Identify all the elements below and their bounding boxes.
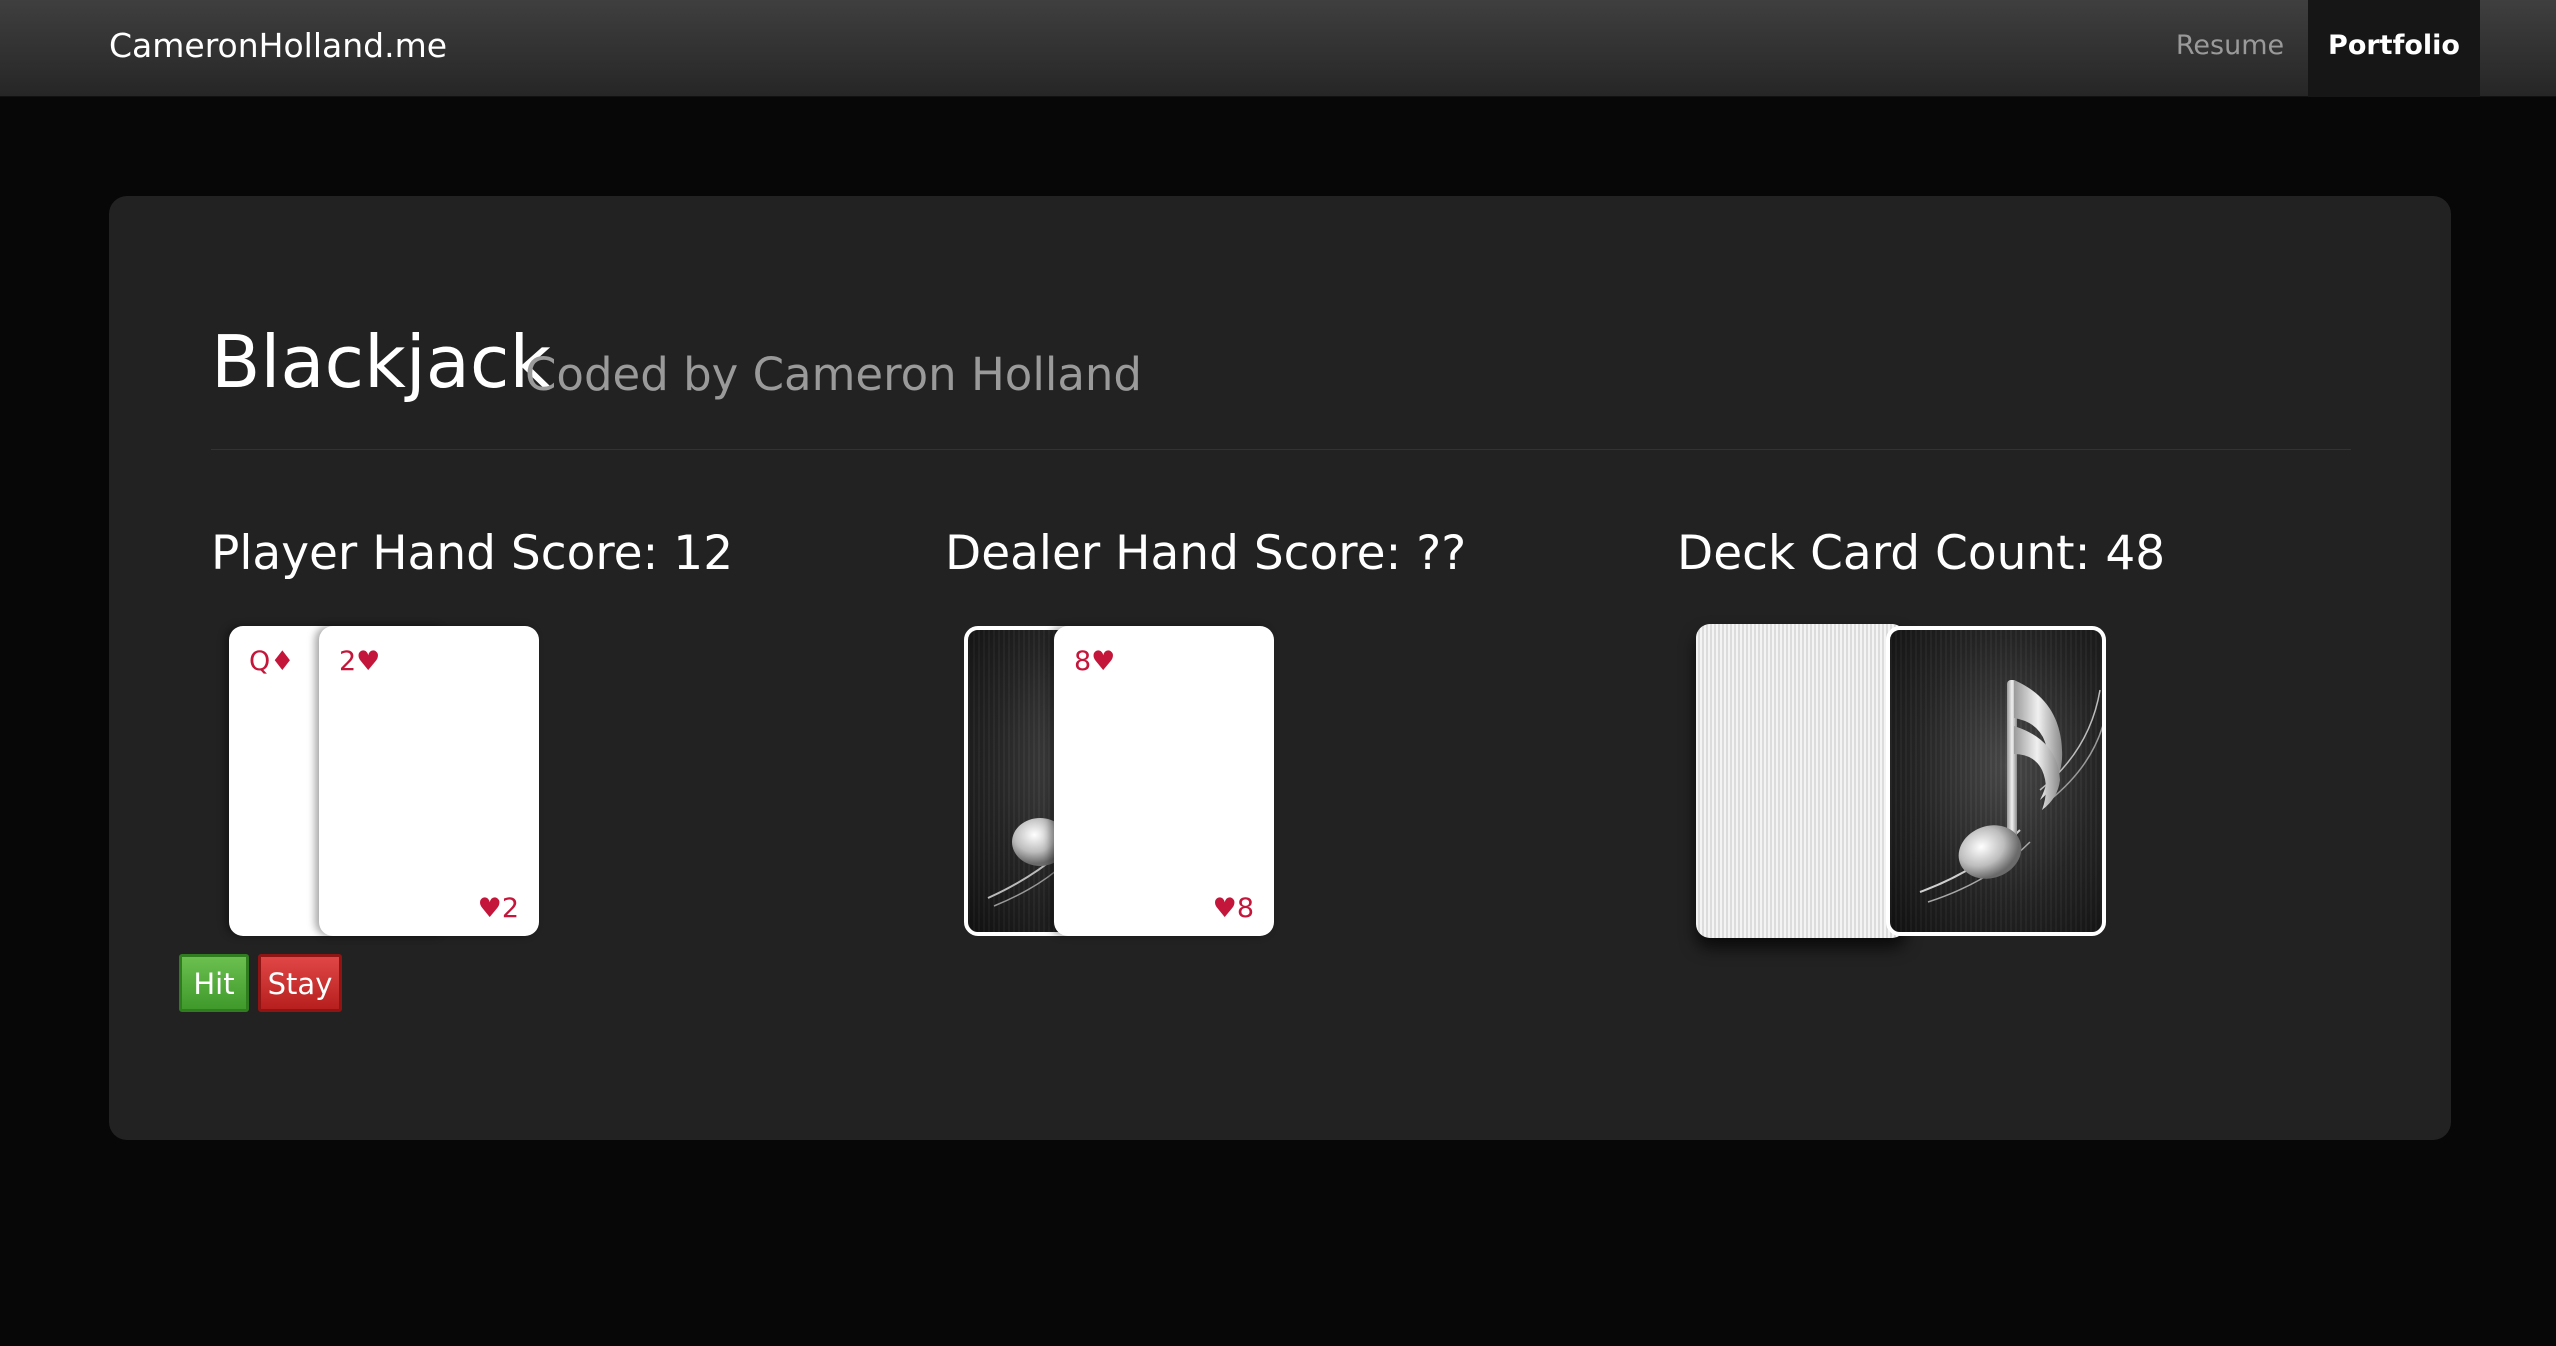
page-header: Blackjack Coded by Cameron Holland bbox=[211, 326, 2351, 450]
page-subtitle: Coded by Cameron Holland bbox=[525, 348, 1142, 401]
nav-link-resume[interactable]: Resume bbox=[2160, 0, 2300, 97]
player-score: Player Hand Score: 12 bbox=[211, 526, 734, 581]
card-corner-bottom: ♥2 bbox=[477, 893, 519, 924]
game-panel: Blackjack Coded by Cameron Holland Playe… bbox=[109, 196, 2451, 1140]
hit-button[interactable]: Hit bbox=[179, 954, 249, 1012]
dealer-score: Dealer Hand Score: ?? bbox=[945, 526, 1467, 581]
dealer-card: 8♥ ♥8 bbox=[1054, 626, 1274, 936]
deck-count: Deck Card Count: 48 bbox=[1677, 526, 2166, 581]
card-corner-top: 8♥ bbox=[1074, 646, 1116, 677]
navbar: CameronHolland.me Resume Portfolio bbox=[0, 0, 2556, 97]
card-corner-top: Q♦ bbox=[249, 646, 295, 677]
deck-stack[interactable] bbox=[1696, 624, 1906, 938]
deck-top-card[interactable] bbox=[1886, 626, 2106, 936]
card-corner-top: 2♥ bbox=[339, 646, 381, 677]
player-card: 2♥ ♥2 bbox=[319, 626, 539, 936]
music-note-icon bbox=[1919, 680, 2102, 903]
brand-link[interactable]: CameronHolland.me bbox=[109, 0, 447, 97]
stay-button[interactable]: Stay bbox=[258, 954, 342, 1012]
page-title: Blackjack bbox=[211, 320, 552, 404]
card-corner-bottom: ♥8 bbox=[1212, 893, 1254, 924]
nav-link-portfolio[interactable]: Portfolio bbox=[2308, 0, 2480, 97]
